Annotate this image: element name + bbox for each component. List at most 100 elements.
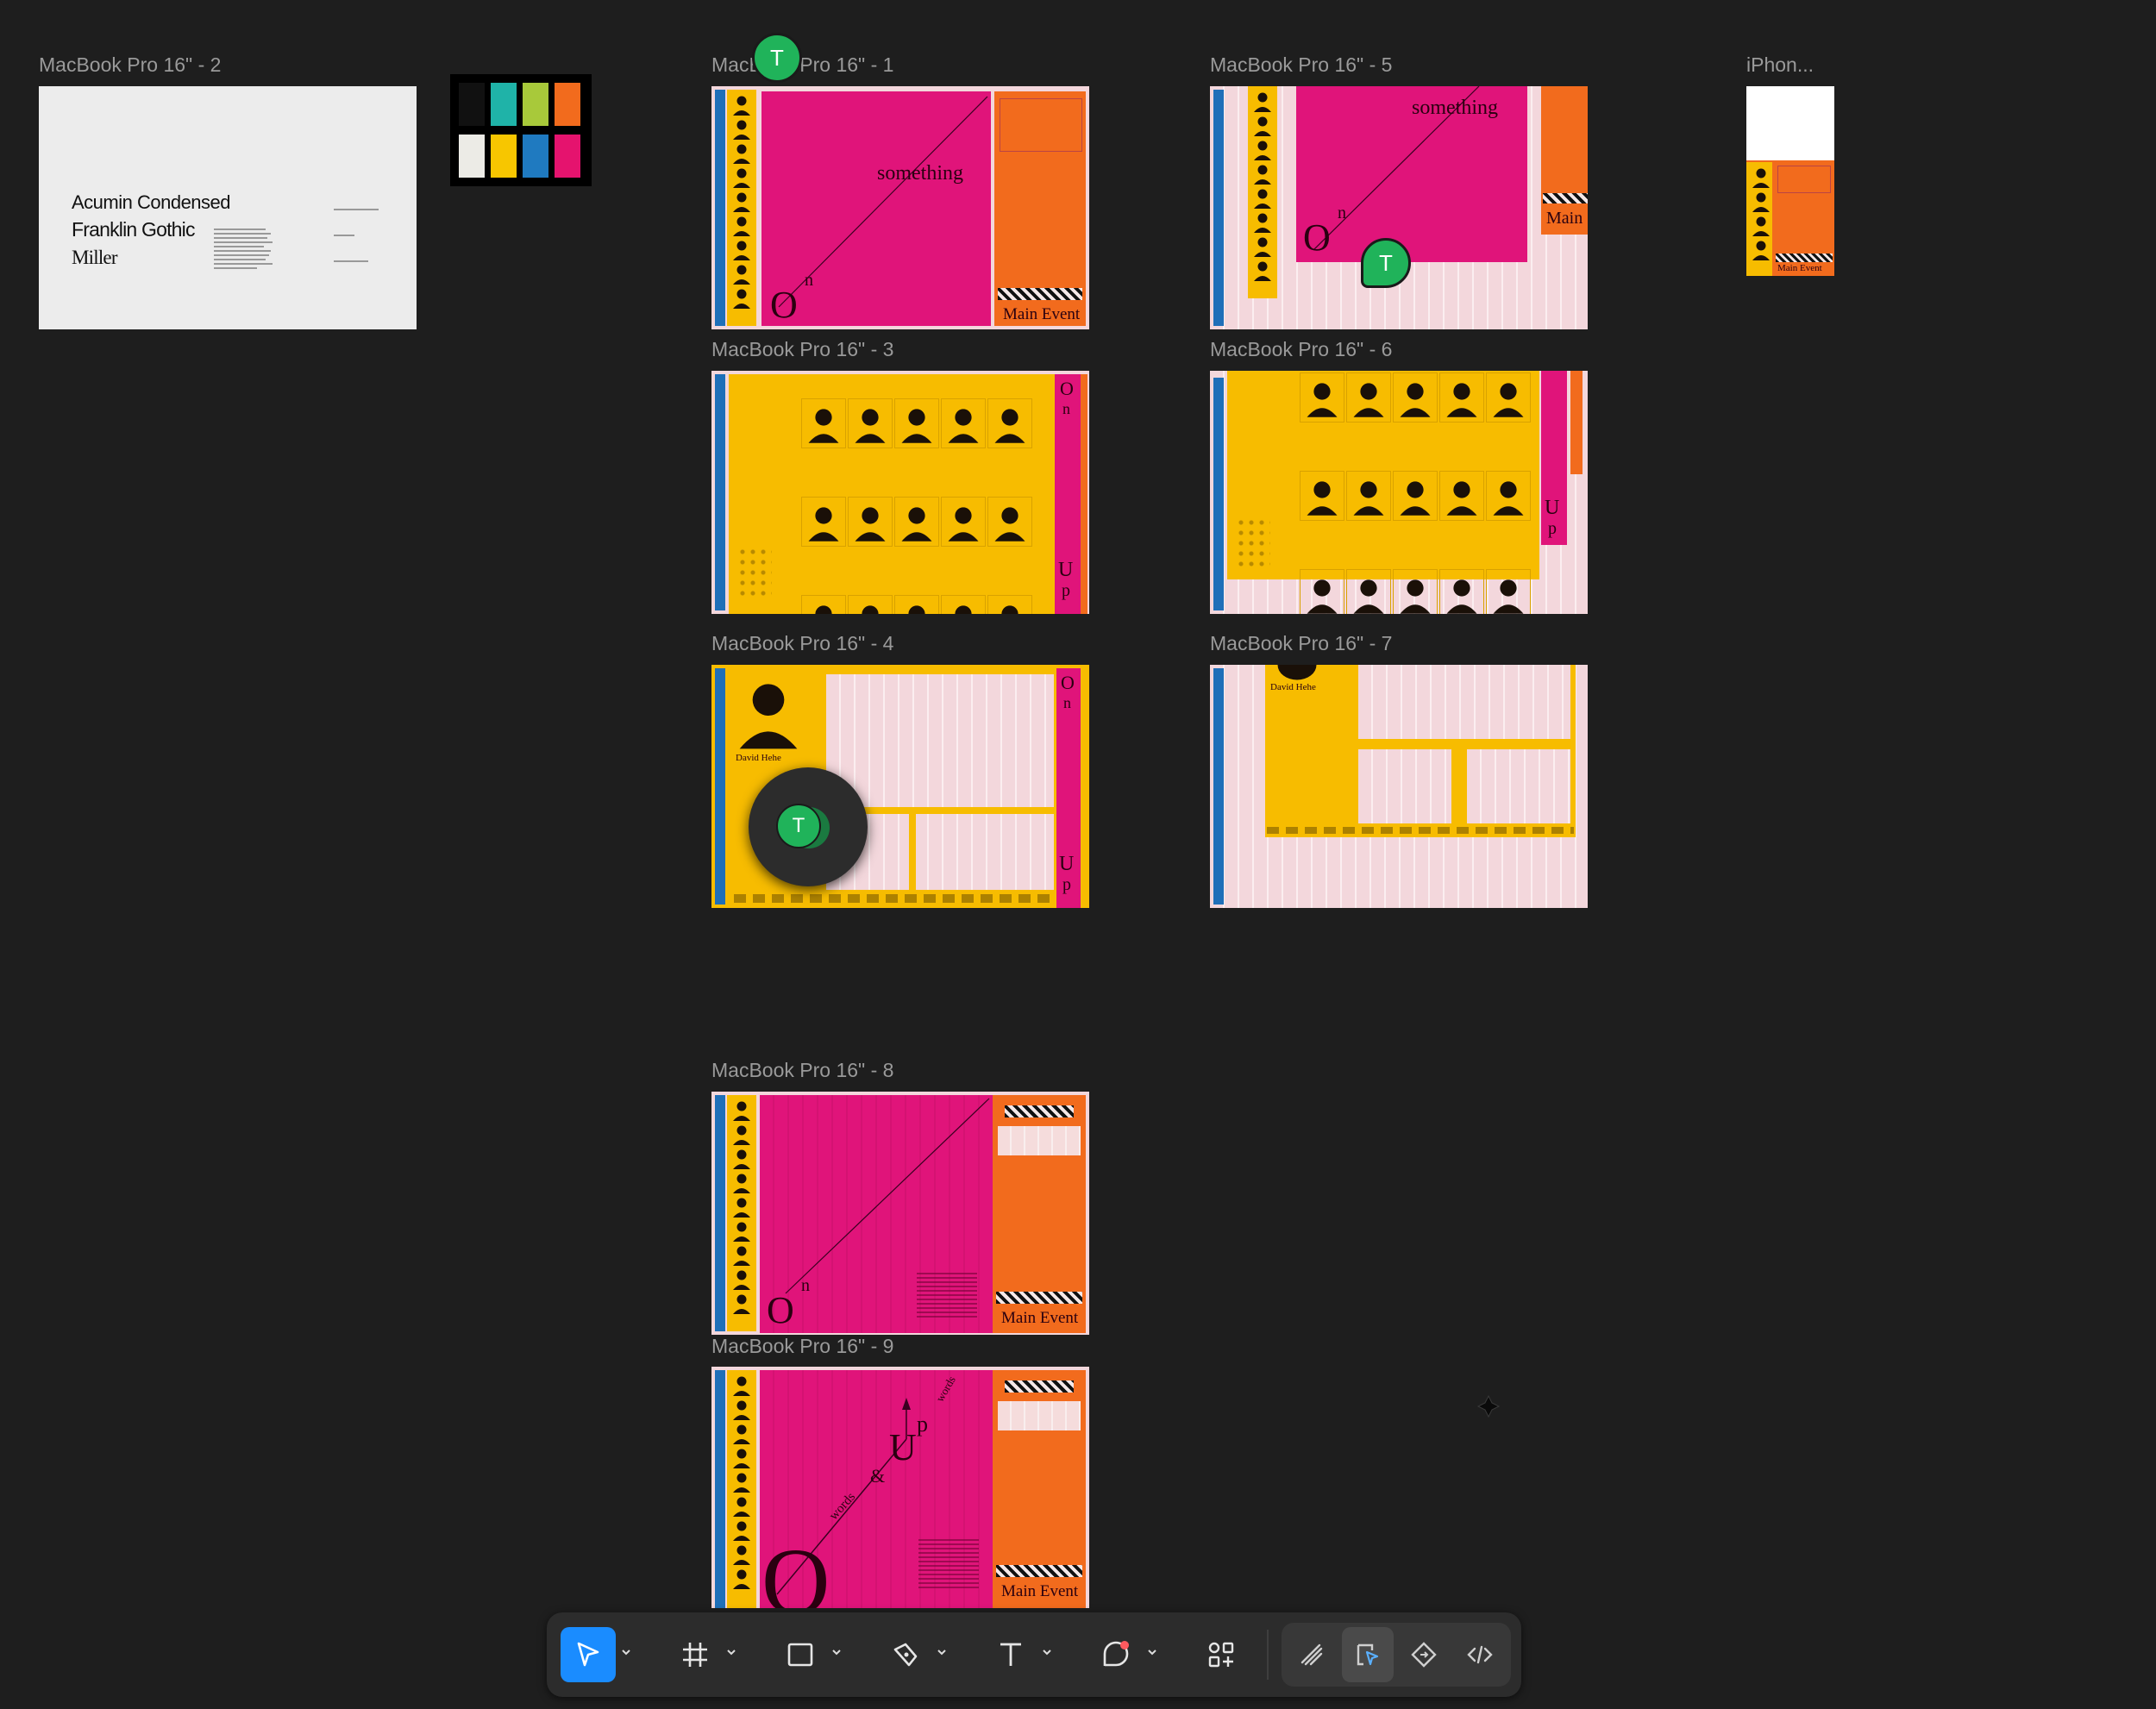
- face-strip: [727, 1370, 756, 1608]
- move-chevron-down-icon[interactable]: [619, 1645, 633, 1659]
- frame-iphone[interactable]: Main Event: [1746, 86, 1834, 276]
- pen-nib-icon: [893, 1643, 918, 1667]
- frame-3[interactable]: O n U p: [711, 371, 1089, 614]
- portrait-card: [1346, 471, 1391, 521]
- portrait-thumbnail: [731, 1195, 752, 1218]
- pen-chevron-down-icon[interactable]: [935, 1645, 949, 1659]
- pink-side-panel: O n U p: [1056, 668, 1081, 908]
- portrait-thumbnail: [731, 1494, 752, 1517]
- header-grid: [1000, 98, 1082, 152]
- pink-block: something O n: [761, 91, 991, 326]
- frame-9[interactable]: O words & U p words Main Event: [711, 1367, 1089, 1608]
- frame-label-5[interactable]: MacBook Pro 16" - 5: [1210, 53, 1392, 77]
- frame-label-2[interactable]: MacBook Pro 16" - 2: [39, 53, 221, 77]
- shape-tool[interactable]: [773, 1627, 828, 1682]
- frame-tool[interactable]: [667, 1627, 723, 1682]
- pink-block: O n: [760, 1095, 993, 1333]
- frame-label-6[interactable]: MacBook Pro 16" - 6: [1210, 338, 1392, 361]
- portrait-thumbnail: [731, 1374, 752, 1396]
- frame-6[interactable]: U p: [1210, 371, 1588, 614]
- portrait-thumbnail: [1751, 166, 1771, 188]
- grid-divider-v: [909, 807, 916, 895]
- portrait-thumbnail: [731, 262, 752, 285]
- portrait-card: [801, 595, 846, 614]
- up-u: U: [1058, 559, 1074, 581]
- pattern-band: [1543, 193, 1588, 203]
- portrait-card: [894, 398, 939, 448]
- frame-label-3[interactable]: MacBook Pro 16" - 3: [711, 338, 893, 361]
- on-n: n: [805, 271, 813, 290]
- frame-label-8[interactable]: MacBook Pro 16" - 8: [711, 1059, 893, 1082]
- frame-label-9[interactable]: MacBook Pro 16" - 9: [711, 1335, 893, 1358]
- header-grid: [998, 1401, 1081, 1430]
- blue-sidebar: [1213, 90, 1224, 326]
- portrait-thumbnail: [1751, 238, 1771, 260]
- frame-7[interactable]: David Hehe: [1210, 665, 1588, 908]
- actions-tool[interactable]: [1194, 1627, 1249, 1682]
- pen-tool[interactable]: [878, 1627, 933, 1682]
- swatch-6: [491, 135, 517, 178]
- move-tool[interactable]: [561, 1627, 616, 1682]
- up-p: p: [1062, 875, 1071, 894]
- portrait-thumbnail: [1252, 235, 1273, 257]
- up-u: U: [1059, 853, 1075, 875]
- portrait-card: [941, 398, 986, 448]
- blue-sidebar: [715, 1370, 725, 1608]
- comment-chevron-down-icon[interactable]: [1145, 1645, 1159, 1659]
- swatch-4: [555, 83, 580, 126]
- collaborator-cursor-large[interactable]: T: [749, 767, 868, 886]
- portrait-thumbnail: [1751, 190, 1771, 212]
- grid-bottom-right: [1467, 749, 1570, 823]
- body-copy: [918, 1539, 979, 1591]
- swatch-5: [459, 135, 485, 178]
- dev-mode[interactable]: [1454, 1627, 1506, 1682]
- frame-chevron-down-icon[interactable]: [724, 1645, 738, 1659]
- main-event-text: Main Event: [1001, 1309, 1079, 1327]
- on-o: O: [770, 284, 798, 326]
- shape-chevron-down-icon[interactable]: [830, 1645, 843, 1659]
- frame-label-iphone[interactable]: iPhon...: [1746, 53, 1814, 77]
- prototype-mode[interactable]: [1398, 1627, 1450, 1682]
- collaborator-avatar-1[interactable]: T: [752, 33, 802, 83]
- portrait-card: [1300, 569, 1344, 614]
- swatch-1: [459, 83, 485, 126]
- font-sample-miller: Miller: [72, 247, 117, 268]
- header-pattern: [1005, 1105, 1074, 1117]
- face-strip: [1746, 162, 1772, 276]
- blue-sidebar: [715, 374, 725, 610]
- portrait-thumbnail: [1252, 259, 1273, 281]
- portrait: [1277, 665, 1317, 680]
- portrait-card: [1486, 372, 1531, 423]
- pink-side-panel: O n U p: [1055, 374, 1081, 614]
- portrait-thumbnail: [731, 190, 752, 212]
- orange-panel: Main Event: [993, 1370, 1086, 1608]
- draw-mode[interactable]: [1286, 1627, 1338, 1682]
- header-grid: [1777, 166, 1831, 193]
- pattern-band: [998, 288, 1082, 300]
- portrait-card: [987, 398, 1032, 448]
- portrait-thumbnail: [731, 1243, 752, 1266]
- frame-1[interactable]: something O n Main Event: [711, 86, 1089, 329]
- text-tool[interactable]: [983, 1627, 1038, 1682]
- text-chevron-down-icon[interactable]: [1040, 1645, 1054, 1659]
- swatch-7: [523, 135, 548, 178]
- blue-sidebar: [715, 1095, 725, 1331]
- swatch-3: [523, 83, 548, 126]
- frame-label-4[interactable]: MacBook Pro 16" - 4: [711, 632, 893, 655]
- portrait-card: [1393, 372, 1438, 423]
- frame-2-typography[interactable]: Acumin Condensed Franklin Gothic Miller: [39, 86, 417, 329]
- portrait-card: [1486, 471, 1531, 521]
- comment-tool[interactable]: [1088, 1627, 1144, 1682]
- design-mode[interactable]: [1342, 1627, 1394, 1682]
- portrait-thumbnail: [731, 1422, 752, 1444]
- toolbar-divider: [1267, 1630, 1269, 1680]
- portrait-card: [1439, 372, 1484, 423]
- frame-label-1[interactable]: MacBook Pro 16" - 1: [711, 53, 893, 77]
- color-palette[interactable]: [450, 74, 592, 186]
- pink-block: O words & U p words: [760, 1370, 993, 1608]
- frame-8[interactable]: O n Main Event: [711, 1092, 1089, 1335]
- main-text: Main: [1546, 209, 1583, 228]
- frame-5[interactable]: something O n Main: [1210, 86, 1588, 329]
- frame-label-7[interactable]: MacBook Pro 16" - 7: [1210, 632, 1392, 655]
- collaborator-avatar-2[interactable]: T: [1361, 238, 1411, 288]
